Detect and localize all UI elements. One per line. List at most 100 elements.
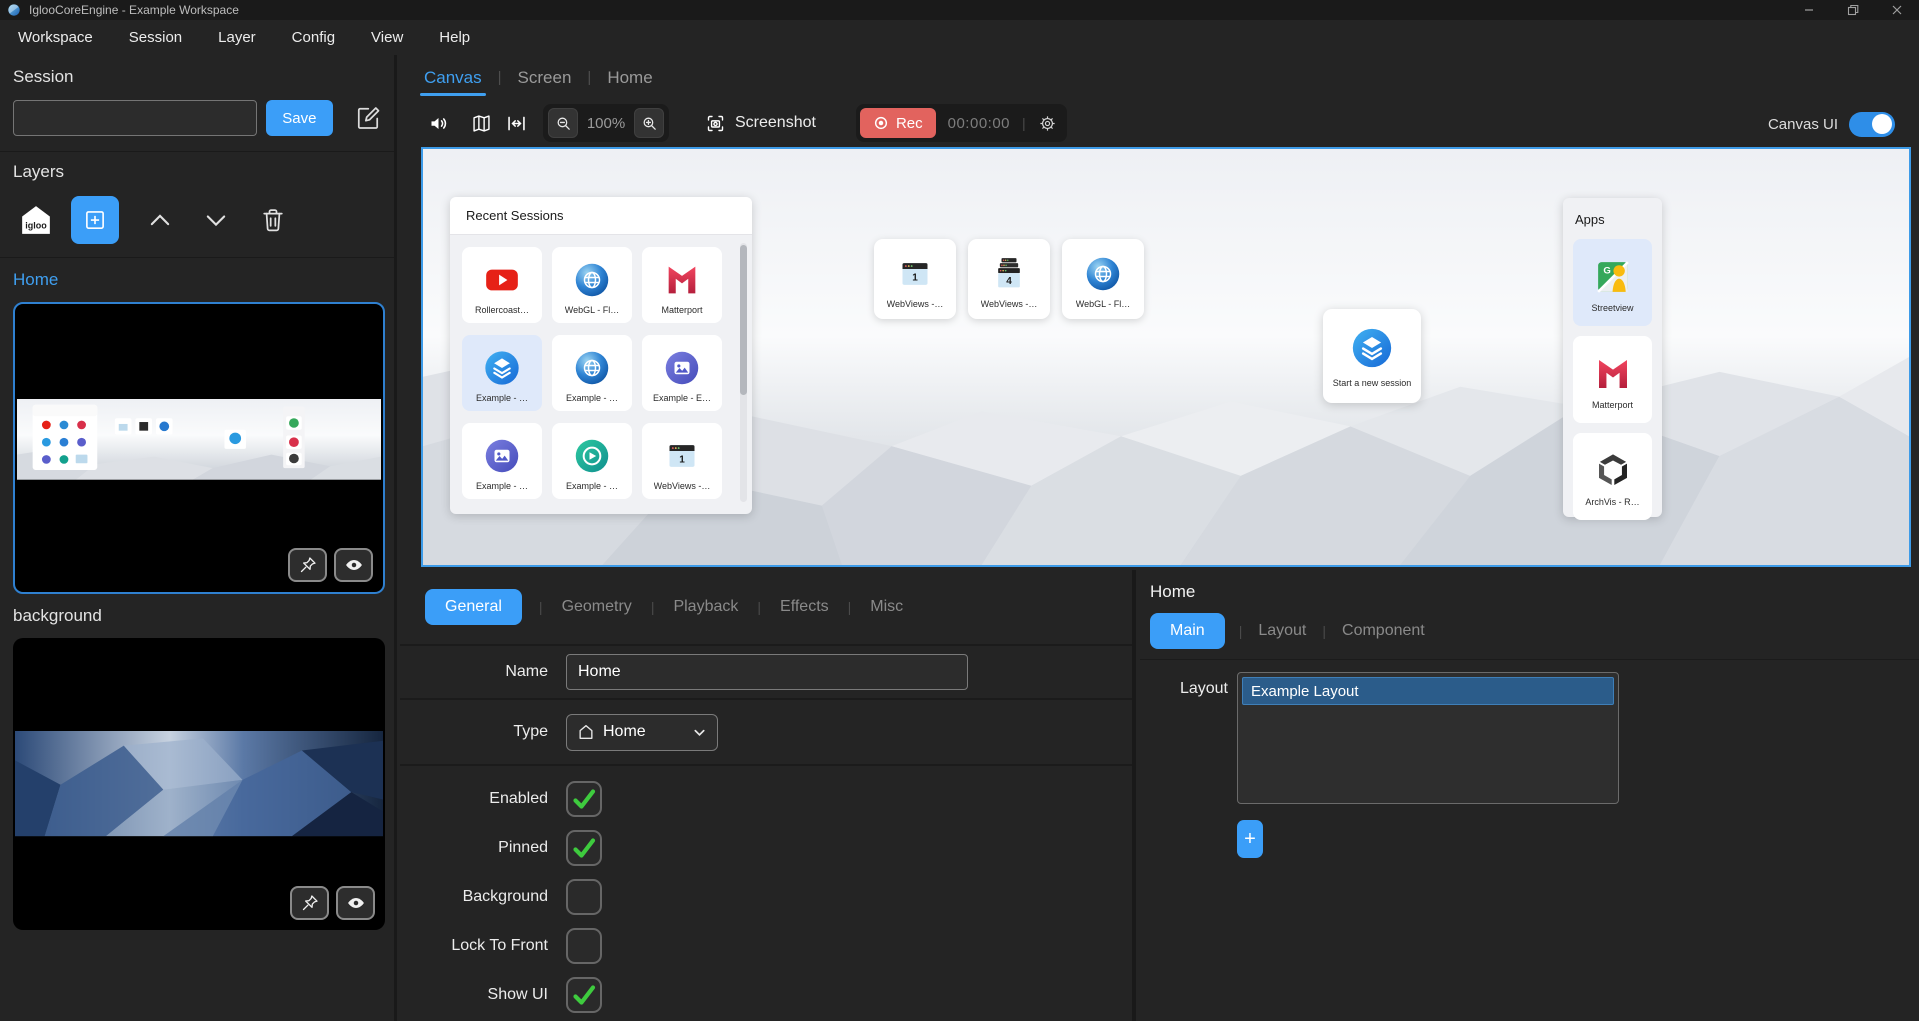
streetview-icon: G xyxy=(1592,256,1634,298)
record-button[interactable]: Rec xyxy=(860,108,936,138)
screenshot-button[interactable]: Screenshot xyxy=(705,113,816,134)
menu-help[interactable]: Help xyxy=(439,29,470,46)
tab-main[interactable]: Main xyxy=(1150,613,1225,649)
layout-list[interactable]: Example Layout xyxy=(1237,672,1619,804)
tab-effects[interactable]: Effects xyxy=(778,598,831,616)
panel-title: Home xyxy=(1150,582,1919,602)
layer-preview-background[interactable] xyxy=(13,638,385,930)
session-tile[interactable]: Example - … xyxy=(552,423,632,499)
tab-canvas[interactable]: Canvas xyxy=(422,58,484,98)
edit-icon[interactable] xyxy=(355,105,381,131)
session-tile[interactable]: Matterport xyxy=(642,247,722,323)
tab-geometry[interactable]: Geometry xyxy=(560,598,634,616)
menu-config[interactable]: Config xyxy=(292,29,335,46)
canvas-toolbar: 100% Screenshot Rec 00:00:00 | xyxy=(400,100,1919,146)
toggle-visibility-button[interactable] xyxy=(336,886,375,920)
zoom-in-button[interactable] xyxy=(634,108,664,138)
layer-name-background[interactable]: background xyxy=(13,606,381,626)
type-label: Type xyxy=(400,723,548,741)
add-layout-button[interactable]: + xyxy=(1237,820,1263,858)
menu-workspace[interactable]: Workspace xyxy=(18,29,93,46)
menu-view[interactable]: View xyxy=(371,29,403,46)
center-tiles: 1 WebViews -… 4 WebViews -… WebGL - Fl… xyxy=(874,239,1144,319)
enabled-checkbox[interactable] xyxy=(566,781,602,817)
canvas-viewport[interactable]: Recent Sessions Rollercoast… WebGL - Fl…… xyxy=(421,147,1911,567)
pin-layer-button[interactable] xyxy=(290,886,329,920)
webview-icon: 1 xyxy=(662,436,702,476)
igloo-layer-icon[interactable]: igloo xyxy=(18,202,54,238)
layer-preview-home[interactable] xyxy=(13,302,385,594)
home-type-icon xyxy=(577,723,595,741)
layer-name-home[interactable]: Home xyxy=(13,270,381,290)
record-controls: Rec 00:00:00 | xyxy=(856,104,1067,142)
session-tile[interactable]: Example - E… xyxy=(642,335,722,411)
save-session-button[interactable]: Save xyxy=(266,100,333,136)
scrollbar-thumb[interactable] xyxy=(740,245,747,395)
cube-icon xyxy=(1592,450,1634,492)
svg-text:4: 4 xyxy=(1006,276,1012,287)
globe-icon xyxy=(1083,254,1123,294)
session-tile[interactable]: 1 WebViews -… xyxy=(642,423,722,499)
record-settings-gear-icon[interactable] xyxy=(1038,114,1057,133)
screenshot-icon xyxy=(705,113,726,134)
session-tile[interactable]: Example - … xyxy=(462,423,542,499)
restore-button[interactable] xyxy=(1831,0,1875,20)
enabled-label: Enabled xyxy=(400,790,548,808)
layers-section: Layers igloo xyxy=(0,152,394,258)
name-label: Name xyxy=(400,663,548,681)
close-button[interactable] xyxy=(1875,0,1919,20)
layer-name-input[interactable] xyxy=(566,654,968,690)
session-tile[interactable]: WebGL - Fl… xyxy=(1062,239,1144,319)
matterport-icon xyxy=(662,260,702,300)
session-tile[interactable]: Example - … xyxy=(552,335,632,411)
record-label: Rec xyxy=(896,115,923,132)
pinned-checkbox[interactable] xyxy=(566,830,602,866)
minimize-button[interactable] xyxy=(1787,0,1831,20)
tab-playback[interactable]: Playback xyxy=(671,598,740,616)
app-tile[interactable]: ArchVis - R… xyxy=(1573,433,1652,520)
menubar: Workspace Session Layer Config View Help xyxy=(0,20,1919,55)
session-section: Session Save xyxy=(0,55,394,152)
tab-general[interactable]: General xyxy=(425,589,522,625)
show-ui-checkbox[interactable] xyxy=(566,977,602,1013)
canvas-ui-toggle[interactable] xyxy=(1849,112,1895,137)
move-layer-down-button[interactable] xyxy=(201,205,231,235)
lock-to-front-checkbox[interactable] xyxy=(566,928,602,964)
session-tile[interactable]: Rollercoast… xyxy=(462,247,542,323)
type-dropdown[interactable]: Home xyxy=(566,714,718,751)
app-tile[interactable]: Matterport xyxy=(1573,336,1652,423)
session-name-input[interactable] xyxy=(13,100,257,136)
delete-layer-button[interactable] xyxy=(259,206,287,234)
tab-component[interactable]: Component xyxy=(1340,622,1427,640)
session-tile[interactable]: WebGL - Fl… xyxy=(552,247,632,323)
tab-misc[interactable]: Misc xyxy=(868,598,905,616)
session-tile[interactable]: Example - … xyxy=(462,335,542,411)
toggle-visibility-button[interactable] xyxy=(334,548,373,582)
add-layer-button[interactable] xyxy=(71,196,119,244)
zoom-controls: 100% xyxy=(543,104,669,142)
session-tile[interactable]: 1 WebViews -… xyxy=(874,239,956,319)
tab-home[interactable]: Home xyxy=(605,58,654,98)
tab-screen[interactable]: Screen xyxy=(516,58,574,98)
audio-icon[interactable] xyxy=(428,113,449,134)
pin-layer-button[interactable] xyxy=(288,548,327,582)
svg-text:1: 1 xyxy=(912,272,918,283)
start-new-session-tile[interactable]: Start a new session xyxy=(1323,309,1421,403)
move-layer-up-button[interactable] xyxy=(145,205,175,235)
window-controls xyxy=(1787,0,1919,20)
layers-icon xyxy=(482,348,522,388)
recent-sessions-scrollbar[interactable] xyxy=(740,243,747,502)
map-icon[interactable] xyxy=(471,113,492,134)
svg-text:1: 1 xyxy=(679,454,685,465)
menu-layer[interactable]: Layer xyxy=(218,29,256,46)
screenshot-label: Screenshot xyxy=(735,114,816,132)
fit-width-icon[interactable] xyxy=(506,113,527,134)
tab-layout[interactable]: Layout xyxy=(1256,622,1308,640)
layout-list-item[interactable]: Example Layout xyxy=(1242,677,1614,705)
session-tile[interactable]: 4 WebViews -… xyxy=(968,239,1050,319)
zoom-out-button[interactable] xyxy=(548,108,578,138)
menu-session[interactable]: Session xyxy=(129,29,182,46)
app-tile[interactable]: G Streetview xyxy=(1573,239,1652,326)
background-checkbox[interactable] xyxy=(566,879,602,915)
app-window: IglooCoreEngine - Example Workspace Work… xyxy=(0,0,1919,1021)
